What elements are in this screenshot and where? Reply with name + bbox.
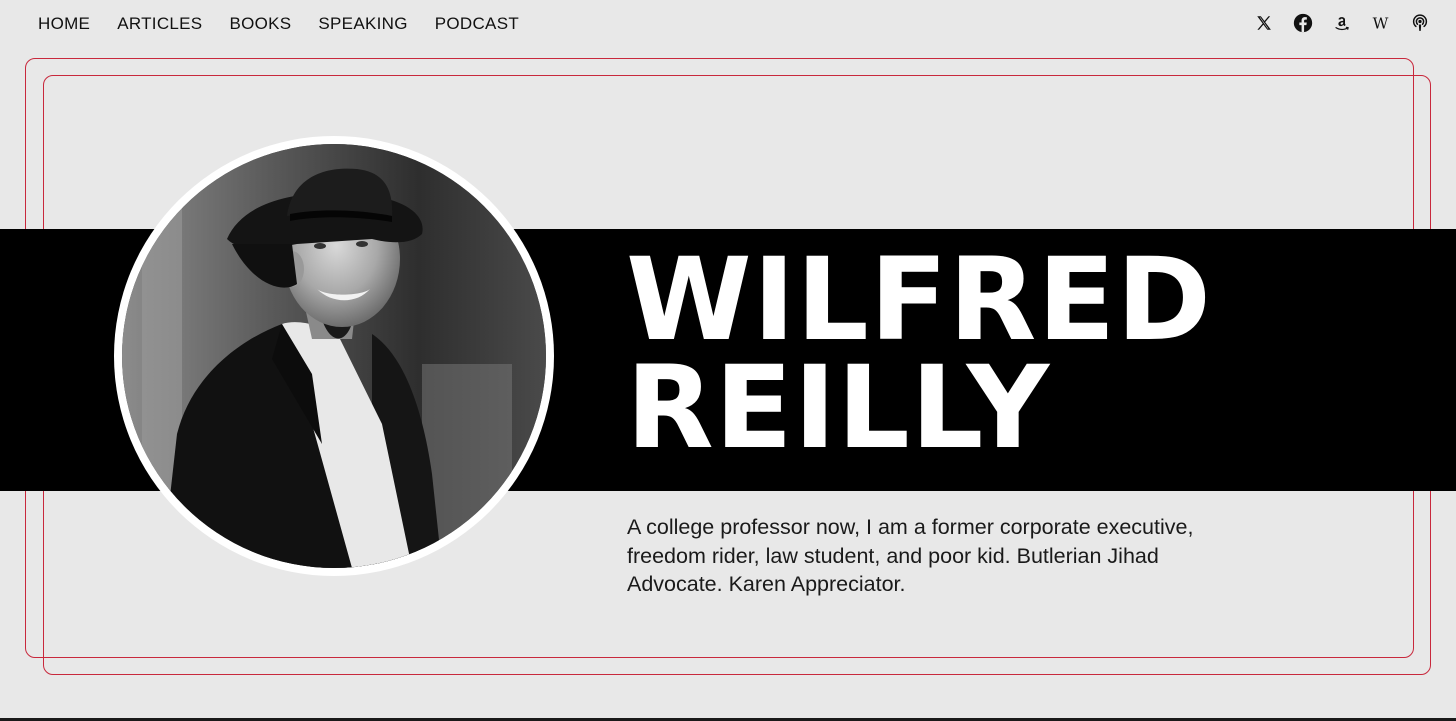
x-icon[interactable]	[1253, 12, 1274, 33]
nav-speaking-link[interactable]: SPEAKING	[318, 14, 407, 34]
hero-name: WILFRED REILLY	[626, 233, 1212, 474]
nav-articles-link[interactable]: ARTICLES	[117, 14, 202, 34]
hero-bio: A college professor now, I am a former c…	[627, 515, 1194, 596]
top-nav: HOME ARTICLES BOOKS SPEAKING PODCAST W	[0, 0, 1456, 48]
nav-podcast-link[interactable]: PODCAST	[435, 14, 519, 34]
nav-home-link[interactable]: HOME	[38, 14, 90, 34]
svg-text:W: W	[1373, 14, 1389, 31]
hero-name-line1: WILFRED	[626, 233, 1212, 366]
amazon-icon[interactable]	[1331, 12, 1352, 33]
page: HOME ARTICLES BOOKS SPEAKING PODCAST W W…	[0, 0, 1456, 721]
social-links: W	[1253, 12, 1430, 33]
nav-links: HOME ARTICLES BOOKS SPEAKING PODCAST	[38, 14, 546, 34]
profile-photo	[122, 144, 546, 568]
facebook-icon[interactable]	[1292, 12, 1313, 33]
podcast-icon[interactable]	[1409, 12, 1430, 33]
wikipedia-icon[interactable]: W	[1370, 12, 1391, 33]
nav-books-link[interactable]: BOOKS	[229, 14, 291, 34]
hero-name-line2: REILLY	[626, 341, 1051, 474]
